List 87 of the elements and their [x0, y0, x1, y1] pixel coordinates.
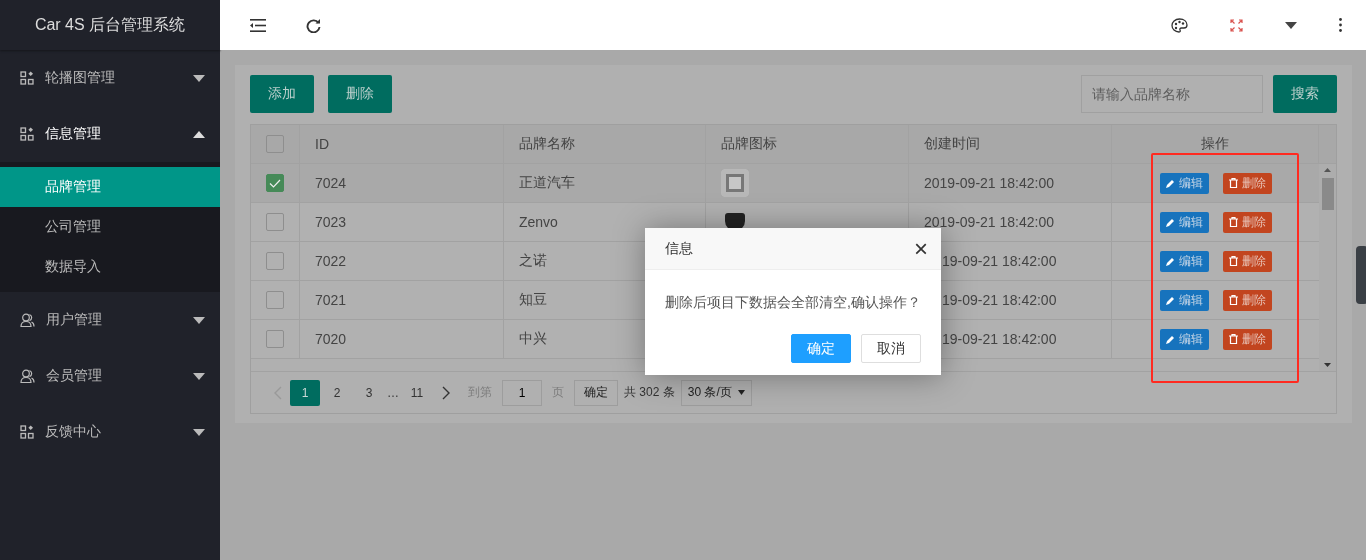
trash-icon [1228, 178, 1238, 188]
caret-down-icon [737, 390, 745, 395]
checkbox[interactable] [266, 291, 284, 309]
refresh-icon[interactable] [306, 17, 321, 33]
table-cell: 7023 [300, 203, 504, 241]
table-cell: 2019-09-21 18:42:00 [924, 175, 1054, 191]
page-button[interactable]: 2 [322, 379, 352, 406]
grid-icon [20, 127, 34, 141]
page-size-select[interactable]: 30 条/页 [680, 379, 752, 406]
table-cell: 正道汽车 [504, 164, 706, 202]
next-icon[interactable] [442, 385, 450, 400]
close-button[interactable]: × [914, 236, 928, 261]
table-cell: 7024 [300, 164, 504, 202]
checkbox[interactable] [266, 213, 284, 231]
checkbox[interactable] [266, 174, 284, 192]
cancel-button[interactable]: 取消 [861, 334, 921, 363]
more-icon[interactable] [1339, 18, 1342, 32]
page-button[interactable]: 3 [354, 379, 384, 406]
trash-icon [1228, 295, 1238, 305]
grid-icon [20, 425, 34, 439]
sidebar-menu-item[interactable]: 用户管理 [0, 292, 220, 348]
app-title: Car 4S 后台管理系统 [0, 0, 220, 50]
edit-button[interactable]: 编辑 [1159, 172, 1209, 194]
user-icon [20, 313, 35, 327]
toolbar-button[interactable]: 添加 [250, 75, 314, 113]
toolbar-button[interactable]: 删除 [328, 75, 392, 113]
table-cell: 2019-09-21 18:42:00 [924, 214, 1054, 230]
confirm-button[interactable]: 确定 [574, 379, 618, 406]
caret-down-icon[interactable] [1285, 21, 1297, 29]
search-field[interactable]: 请输入品牌名称 [1081, 75, 1263, 113]
menu-collapse-icon[interactable] [250, 18, 266, 32]
delete-button[interactable]: 删除 [1222, 211, 1272, 233]
submenu-item[interactable]: 公司管理 [0, 207, 220, 247]
column-header: 创建时间 [909, 125, 1112, 163]
page-input[interactable]: 1 [502, 379, 542, 406]
check-icon [269, 178, 281, 188]
pencil-icon [1165, 295, 1175, 305]
palette-icon[interactable] [1171, 17, 1188, 33]
table-cell: 7022 [300, 242, 504, 280]
sidebar-menu-item[interactable]: 信息管理 [0, 106, 220, 162]
column-header: ID [300, 125, 504, 163]
edit-button[interactable]: 编辑 [1159, 289, 1209, 311]
side-handle[interactable] [1356, 246, 1366, 304]
sidebar-menu-item[interactable]: 反馈中心 [0, 404, 220, 460]
user-icon [20, 369, 35, 383]
delete-button[interactable]: 删除 [1222, 172, 1272, 194]
edit-button[interactable]: 编辑 [1159, 211, 1209, 233]
trash-icon [1228, 256, 1238, 266]
page-button[interactable]: 11 [402, 379, 432, 406]
search-button[interactable]: 搜索 [1273, 75, 1337, 113]
table-cell: 19-09-21 18:42:00 [942, 331, 1057, 347]
delete-button[interactable]: 删除 [1222, 289, 1272, 311]
checkbox[interactable] [266, 252, 284, 270]
fullscreen-icon[interactable] [1230, 18, 1243, 32]
pencil-icon [1165, 334, 1175, 344]
edit-button[interactable]: 编辑 [1159, 328, 1209, 350]
sidebar-menu-item[interactable]: 轮播图管理 [0, 50, 220, 106]
scroll-up-icon[interactable] [1324, 168, 1331, 172]
grid-icon [20, 71, 34, 85]
table-cell: 7020 [300, 320, 504, 358]
logo-image [721, 169, 749, 197]
checkbox[interactable] [266, 330, 284, 348]
pencil-icon [1165, 178, 1175, 188]
sidebar-menu-item[interactable]: 会员管理 [0, 348, 220, 404]
total-count: 共 302 条 [624, 384, 675, 401]
submenu-item[interactable]: 品牌管理 [0, 167, 220, 207]
table-cell: 19-09-21 18:42:00 [942, 253, 1057, 269]
pencil-icon [1165, 217, 1175, 227]
delete-button[interactable]: 删除 [1222, 250, 1272, 272]
column-header: 品牌图标 [706, 125, 909, 163]
trash-icon [1228, 217, 1238, 227]
edit-button[interactable]: 编辑 [1159, 250, 1209, 272]
column-header: 品牌名称 [504, 125, 706, 163]
table-cell: 19-09-21 18:42:00 [942, 292, 1057, 308]
confirm-button[interactable]: 确定 [791, 334, 851, 363]
pencil-icon [1165, 256, 1175, 266]
trash-icon [1228, 334, 1238, 344]
column-header: 操作 [1112, 125, 1319, 163]
page-button[interactable]: 1 [290, 379, 320, 406]
scroll-down-icon[interactable] [1324, 363, 1331, 367]
checkbox[interactable] [266, 135, 284, 153]
dialog-title: 信息 [665, 239, 693, 258]
submenu-item[interactable]: 数据导入 [0, 247, 220, 287]
scroll-thumb[interactable] [1321, 178, 1334, 210]
ellipsis: … [386, 384, 400, 402]
table-cell: 7021 [300, 281, 504, 319]
delete-button[interactable]: 删除 [1222, 328, 1272, 350]
